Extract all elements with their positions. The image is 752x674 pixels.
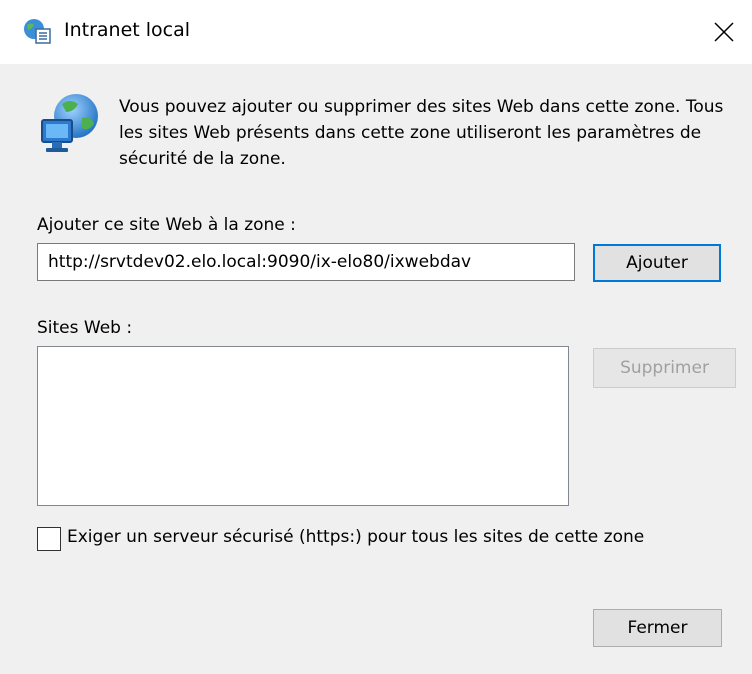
sites-list[interactable] [37,346,569,506]
globe-computer-icon [41,94,98,152]
add-button[interactable]: Ajouter [593,244,721,282]
https-checkbox-label[interactable]: Exiger un serveur sécurisé (https:) pour… [67,527,644,547]
window-title: Intranet local [64,19,191,41]
add-site-label: Ajouter ce site Web à la zone : [37,215,296,235]
close-icon[interactable] [706,14,742,50]
close-button[interactable]: Fermer [593,609,722,647]
sites-label: Sites Web : [37,318,133,338]
https-checkbox[interactable] [37,527,61,551]
globe-list-icon [24,19,51,44]
intro-text: Vous pouvez ajouter ou supprimer des sit… [119,97,724,169]
title-bar: Intranet local [0,0,752,64]
remove-button: Supprimer [593,348,736,388]
site-url-input[interactable] [37,243,575,281]
